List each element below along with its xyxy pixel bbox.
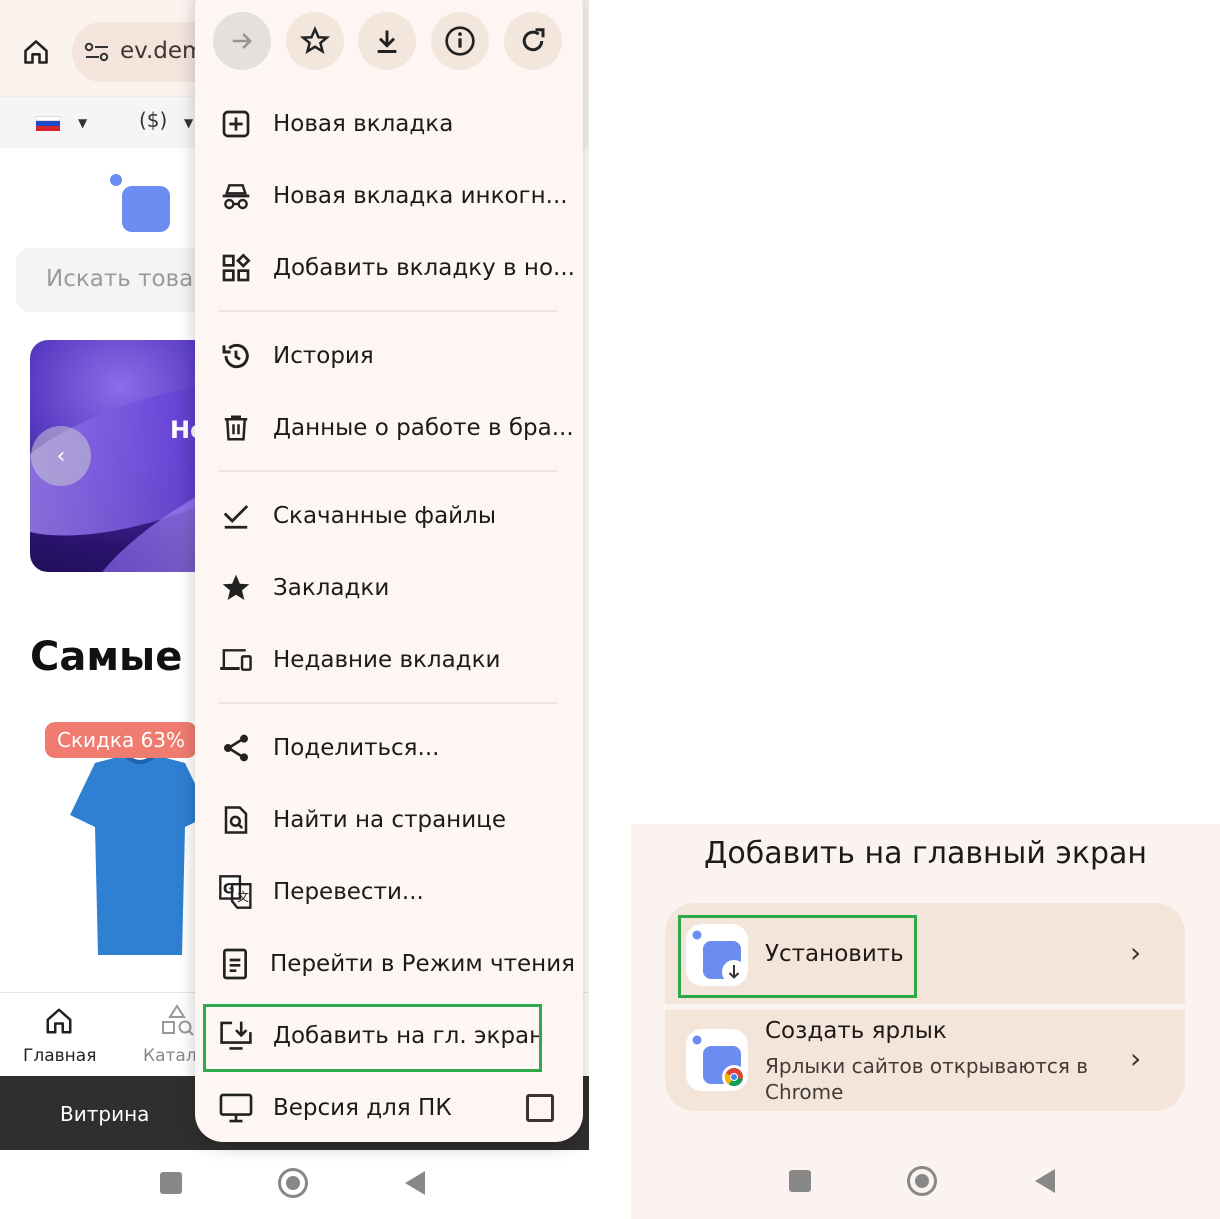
- chevron-down-icon[interactable]: ▼: [78, 116, 87, 130]
- shortcut-subtitle-2: Chrome: [765, 1080, 844, 1104]
- home-button-icon[interactable]: [907, 1166, 937, 1196]
- shortcut-title: Создать ярлык: [765, 1018, 947, 1044]
- desktop-site-checkbox[interactable]: [526, 1094, 554, 1122]
- star-icon: [300, 26, 330, 55]
- shortcut-subtitle: Ярлыки сайтов открываются в: [765, 1054, 1089, 1078]
- menu-item-label: Закладки: [273, 575, 390, 601]
- left-screen: ev.dem ▼ ($) ▼ Искать товар Но ‹ Самые п…: [0, 0, 589, 1219]
- menu-item-label: Скачанные файлы: [273, 503, 496, 529]
- svg-text:文: 文: [237, 890, 249, 904]
- highlight-add-to-home: [203, 1004, 542, 1072]
- menu-item-label: Данные о работе в бра...: [273, 415, 574, 441]
- menu-item-recent-tabs[interactable]: Недавние вкладки: [205, 624, 575, 696]
- back-icon[interactable]: [405, 1171, 425, 1195]
- new-tab-icon: [222, 110, 250, 138]
- menu-item-label: Новая вкладка инкогн...: [273, 183, 568, 209]
- download-icon: [377, 30, 397, 53]
- trash-icon: [224, 415, 248, 441]
- menu-item-label: Недавние вкладки: [273, 647, 501, 673]
- storefront-label[interactable]: Витрина: [60, 1102, 149, 1126]
- desktop-icon: [219, 1093, 253, 1123]
- currency-selector[interactable]: ($): [139, 108, 167, 132]
- share-icon: [224, 734, 248, 762]
- downloads-icon: [223, 505, 249, 529]
- download-button[interactable]: [358, 12, 416, 70]
- menu-item-find-in-page[interactable]: Найти на странице: [205, 784, 575, 856]
- menu-item-label: Новая вкладка: [273, 111, 454, 137]
- menu-item-history[interactable]: История: [205, 320, 575, 392]
- tab-group-icon: [222, 253, 251, 282]
- menu-item-translate[interactable]: G文 Перевести...: [205, 856, 575, 928]
- menu-item-reader-mode[interactable]: Перейти в Режим чтения: [205, 928, 575, 1000]
- bookmark-button[interactable]: [286, 12, 344, 70]
- chevron-right-icon: ›: [1130, 936, 1142, 969]
- chevron-left-icon: ‹: [56, 443, 66, 469]
- nav-home-label[interactable]: Главная: [23, 1046, 96, 1066]
- menu-item-label: Перевести...: [273, 879, 424, 905]
- back-icon[interactable]: [1035, 1169, 1055, 1193]
- find-in-page-icon: [224, 806, 248, 834]
- menu-divider: [219, 470, 557, 472]
- refresh-icon: [522, 28, 545, 52]
- forward-button[interactable]: [213, 12, 271, 70]
- menu-item-label: Перейти в Режим чтения: [270, 951, 575, 977]
- menu-item-label: Добавить вкладку в но...: [273, 255, 575, 281]
- nav-catalog-icon[interactable]: [160, 1004, 194, 1038]
- devices-icon: [220, 649, 252, 671]
- home-icon[interactable]: [22, 38, 50, 66]
- menu-item-bookmarks[interactable]: Закладки: [205, 552, 575, 624]
- menu-item-new-tab[interactable]: Новая вкладка: [205, 88, 575, 160]
- menu-item-label: Поделиться...: [273, 735, 440, 761]
- carousel-prev-button[interactable]: ‹: [31, 426, 91, 486]
- menu-item-incognito[interactable]: Новая вкладка инкогн...: [205, 160, 575, 232]
- recents-icon[interactable]: [160, 1172, 182, 1194]
- discount-badge: Скидка 63%: [45, 722, 197, 758]
- url-text[interactable]: ev.dem: [120, 38, 204, 64]
- shortcut-app-icon: [686, 1029, 748, 1091]
- menu-item-label: Найти на странице: [273, 807, 506, 833]
- menu-item-label: Версия для ПК: [273, 1095, 452, 1121]
- menu-item-label: История: [273, 343, 374, 369]
- menu-item-desktop-site[interactable]: Версия для ПК: [205, 1072, 575, 1144]
- home-button-icon[interactable]: [278, 1168, 308, 1198]
- menu-item-downloads[interactable]: Скачанные файлы: [205, 480, 575, 552]
- site-logo: [110, 174, 170, 232]
- translate-icon: G文: [219, 875, 252, 909]
- reader-mode-icon: [222, 948, 247, 980]
- chevron-right-icon: ›: [1130, 1042, 1142, 1075]
- menu-item-clear-browsing-data[interactable]: Данные о работе в бра...: [205, 392, 575, 464]
- chevron-down-icon[interactable]: ▼: [184, 116, 193, 130]
- nav-home-icon[interactable]: [44, 1006, 74, 1036]
- menu-divider: [219, 702, 557, 704]
- site-settings-icon[interactable]: [84, 40, 110, 64]
- bookmark-star-icon: [222, 574, 250, 600]
- search-placeholder: Искать товар: [46, 266, 208, 292]
- russia-flag-icon[interactable]: [36, 116, 60, 131]
- chrome-shortcut-icon: [692, 1035, 746, 1089]
- menu-item-share[interactable]: Поделиться...: [205, 712, 575, 784]
- sheet-title: Добавить на главный экран: [703, 836, 1148, 871]
- page-info-button[interactable]: [431, 12, 489, 70]
- history-icon: [222, 343, 249, 369]
- recents-icon[interactable]: [789, 1170, 811, 1192]
- forward-icon: [232, 33, 252, 49]
- highlight-install: [678, 915, 917, 998]
- incognito-icon: [222, 184, 250, 210]
- refresh-button[interactable]: [504, 12, 562, 70]
- menu-item-add-tab-to-group[interactable]: Добавить вкладку в но...: [205, 232, 575, 304]
- tshirt-product-image[interactable]: [70, 755, 210, 960]
- menu-divider: [219, 310, 557, 312]
- info-icon: [445, 26, 475, 56]
